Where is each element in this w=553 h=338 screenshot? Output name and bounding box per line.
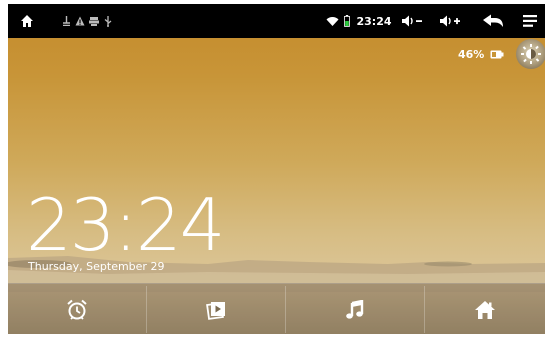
menu-icon[interactable] xyxy=(520,4,540,38)
lockscreen-date: Thursday, September 29 xyxy=(28,260,165,273)
battery-icon xyxy=(490,50,504,58)
download-icon xyxy=(88,4,100,38)
home-icon xyxy=(475,300,495,319)
battery-small-icon xyxy=(342,4,352,38)
wifi-icon xyxy=(324,4,340,38)
device-screen: 23:24 46% 23:24 Thursday, September 29 xyxy=(8,4,545,334)
warning-icon xyxy=(74,4,86,38)
usb-icon xyxy=(102,4,114,38)
status-bar: 23:24 xyxy=(8,4,545,38)
brightness-icon xyxy=(521,44,541,64)
volume-up-icon[interactable] xyxy=(436,4,464,38)
usb-debug-icon xyxy=(60,4,72,38)
dock-bar xyxy=(8,283,545,334)
alarm-clock-button[interactable] xyxy=(8,284,146,334)
lockscreen-time: 23:24 xyxy=(26,183,225,267)
brightness-button[interactable] xyxy=(516,39,545,69)
status-clock: 23:24 xyxy=(356,14,392,28)
back-icon[interactable] xyxy=(480,4,506,38)
alarm-clock-icon xyxy=(67,299,87,320)
music-button[interactable] xyxy=(286,284,424,334)
gallery-icon xyxy=(206,301,225,320)
music-icon xyxy=(346,299,364,319)
home-button[interactable] xyxy=(425,284,545,334)
gallery-button[interactable] xyxy=(147,284,285,334)
battery-percent: 46% xyxy=(458,47,485,61)
battery-indicator: 46% xyxy=(458,44,504,64)
volume-down-icon[interactable] xyxy=(398,4,426,38)
home-icon[interactable] xyxy=(16,4,38,38)
